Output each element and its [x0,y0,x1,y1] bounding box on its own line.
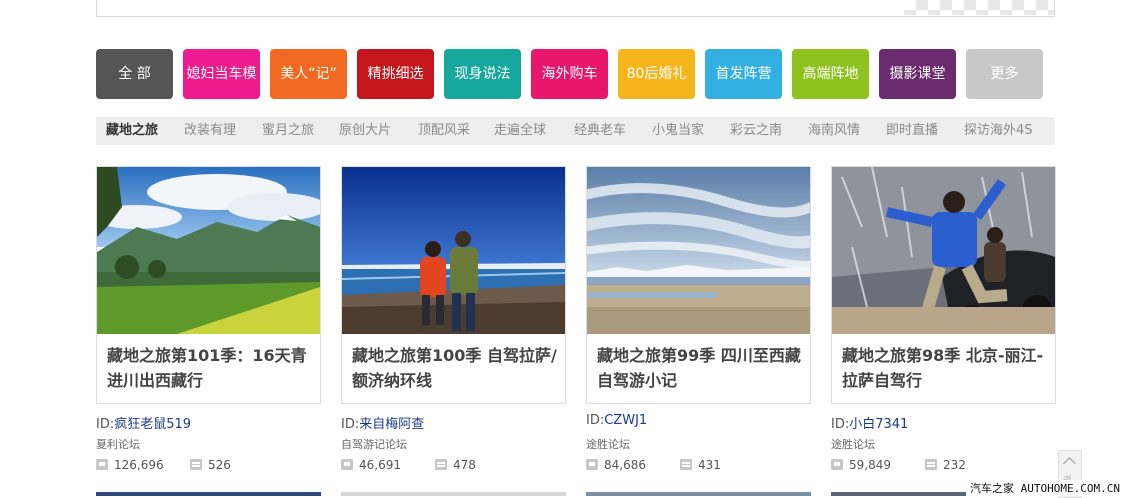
view-count: 126,696 [114,458,164,472]
comment-icon [680,459,692,470]
subnav-4s[interactable]: 探访海外4S [964,117,1033,145]
views-stat: 126,696 [96,458,164,472]
views-stat: 46,691 [341,458,401,472]
category-highend-button[interactable]: 高端阵地 [792,49,869,99]
category-debut-button[interactable]: 首发阵营 [705,49,782,99]
card-title[interactable]: 藏地之旅第98季 北京-丽江-拉萨自驾行 [842,343,1047,393]
views-stat: 84,686 [586,458,646,472]
card-forum-link[interactable]: 途胜论坛 [831,436,875,452]
view-icon [341,459,353,470]
next-card-edge [341,492,566,496]
category-beauty-button[interactable]: 美人“记” [270,49,347,99]
card-author: ID:疯狂老鼠519 [96,413,191,432]
card-photo-mountain-meadow[interactable] [97,167,320,334]
views-stat: 59,849 [831,458,891,472]
subnav-yunnan[interactable]: 彩云之南 [730,117,782,145]
card-image-box[interactable]: 藏地之旅第99季 四川至西藏自驾游小记 [586,166,811,404]
article-card[interactable]: 藏地之旅第98季 北京-丽江-拉萨自驾行 ID:小白7341 途胜论坛 59,8… [831,166,1056,472]
comment-icon [190,459,202,470]
card-title[interactable]: 藏地之旅第99季 四川至西藏自驾游小记 [597,343,802,393]
category-selected-button[interactable]: 精挑细选 [357,49,434,99]
view-count: 84,686 [604,458,646,472]
category-all-button[interactable]: 全 部 [96,49,173,99]
subnav-live[interactable]: 即时直播 [886,117,938,145]
replies-stat: 431 [680,458,721,472]
subnav-tibet[interactable]: 藏地之旅 [106,117,158,145]
next-card-edge [96,492,321,496]
replies-stat: 232 [925,458,966,472]
subnav-original[interactable]: 原创大片 [339,117,391,145]
reply-count: 431 [698,458,721,472]
id-prefix: ID: [586,413,605,428]
card-image-box[interactable]: 藏地之旅第98季 北京-丽江-拉萨自驾行 [831,166,1056,404]
comment-icon [925,459,937,470]
card-author: ID:小白7341 [831,413,908,432]
card-forum-link[interactable]: 自驾游记论坛 [341,436,407,452]
next-card-edge [586,492,811,496]
reply-count: 232 [943,458,966,472]
subnav-topconfig[interactable]: 顶配风采 [418,117,470,145]
subnav-world[interactable]: 走遍全球 [494,117,546,145]
category-overseas-button[interactable]: 海外购车 [531,49,608,99]
id-prefix: ID: [831,417,850,432]
sub-navigation: 藏地之旅 改装有理 蜜月之旅 原创大片 顶配风采 走遍全球 经典老车 小鬼当家 … [96,117,1055,145]
watermark: 汽车之家 AUTOHOME.COM.CN [966,480,1123,496]
card-image-box[interactable]: 藏地之旅第100季 自驾拉萨/额济纳环线 [341,166,566,404]
view-icon [586,459,598,470]
view-icon [831,459,843,470]
chevron-up-icon [1063,457,1076,470]
subnav-honeymoon[interactable]: 蜜月之旅 [262,117,314,145]
decorative-pattern [904,0,1054,15]
card-forum-link[interactable]: 途胜论坛 [586,436,630,452]
view-count: 59,849 [849,458,891,472]
view-icon [96,459,108,470]
subnav-hainan[interactable]: 海南风情 [808,117,860,145]
id-prefix: ID: [341,417,360,432]
reply-count: 478 [453,458,476,472]
card-photo-lake-couple[interactable] [342,167,565,334]
category-model-wife-button[interactable]: 媳妇当车模 [183,49,260,99]
view-count: 46,691 [359,458,401,472]
card-title[interactable]: 藏地之旅第101季：16天青进川出西藏行 [107,343,312,393]
author-name-link[interactable]: CZWJ1 [604,413,647,428]
card-author: ID:CZWJ1 [586,413,647,428]
article-card[interactable]: 藏地之旅第100季 自驾拉萨/额济纳环线 ID:来自梅阿查 自驾游记论坛 46,… [341,166,566,472]
card-image-box[interactable]: 藏地之旅第101季：16天青进川出西藏行 [96,166,321,404]
card-author: ID:来自梅阿查 [341,413,424,432]
card-photo-clouds-plain[interactable] [587,167,810,334]
card-title[interactable]: 藏地之旅第100季 自驾拉萨/额济纳环线 [352,343,557,393]
author-name-link[interactable]: 小白7341 [849,417,908,432]
card-forum-link[interactable]: 夏利论坛 [96,436,140,452]
category-testimony-button[interactable]: 现身说法 [444,49,521,99]
category-photo-button[interactable]: 摄影课堂 [879,49,956,99]
subnav-kids[interactable]: 小鬼当家 [652,117,704,145]
id-prefix: ID: [96,417,115,432]
author-name-link[interactable]: 来自梅阿查 [359,417,424,432]
card-photo-snow-jump[interactable] [832,167,1055,334]
author-name-link[interactable]: 疯狂老鼠519 [114,417,191,432]
article-card[interactable]: 藏地之旅第101季：16天青进川出西藏行 ID:疯狂老鼠519 夏利论坛 126… [96,166,321,472]
comment-icon [435,459,447,470]
subnav-classic[interactable]: 经典老车 [574,117,626,145]
search-box-remnant [96,0,1055,17]
reply-count: 526 [208,458,231,472]
replies-stat: 526 [190,458,231,472]
subnav-modify[interactable]: 改装有理 [184,117,236,145]
category-wedding-button[interactable]: 80后婚礼 [618,49,695,99]
replies-stat: 478 [435,458,476,472]
category-more-button[interactable]: 更多 [966,49,1043,99]
article-card[interactable]: 藏地之旅第99季 四川至西藏自驾游小记 ID:CZWJ1 途胜论坛 84,686… [586,166,811,472]
